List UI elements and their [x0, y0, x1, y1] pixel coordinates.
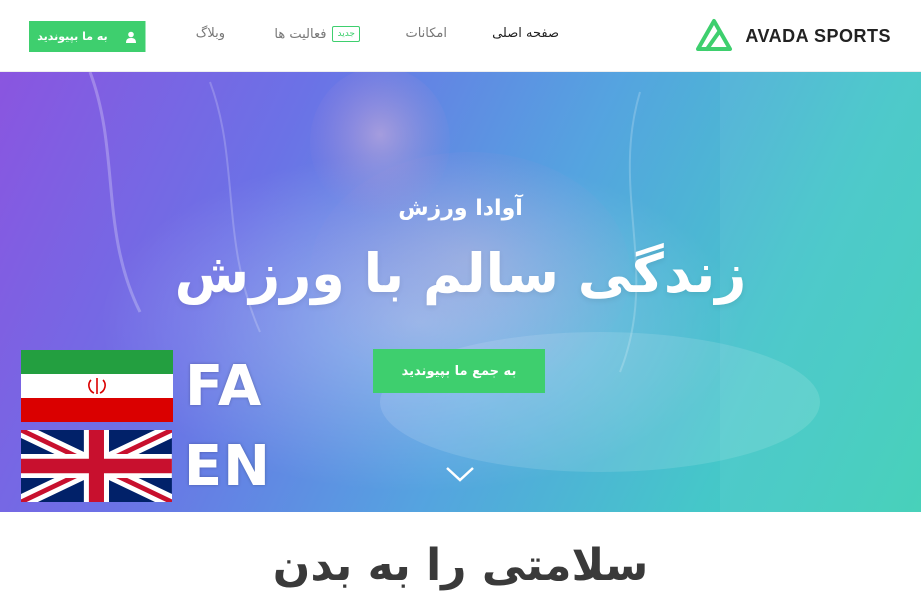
nav-item-activities[interactable]: فعالیت ها جدید [274, 26, 360, 42]
new-badge: جدید [332, 26, 360, 42]
section-title: سلامتی را به بدن [272, 540, 649, 591]
avada-logo-icon [696, 19, 733, 51]
hero-eyebrow: آوادا ورزش [398, 196, 523, 221]
language-option-en[interactable]: EN [21, 430, 271, 502]
hero-title: زندگی سالم با ورزش [174, 242, 747, 305]
join-button[interactable]: به ما بپیوندید [29, 21, 146, 52]
user-icon [116, 21, 146, 52]
nav-item-activities-label: فعالیت ها [274, 26, 327, 42]
language-option-fa[interactable]: FA [21, 350, 271, 422]
nav-item-home[interactable]: صفحه اصلی [492, 26, 559, 41]
site-header: AVADA SPORTS صفحه اصلی امکانات فعالیت ها… [0, 0, 921, 72]
language-code-en: EN [183, 433, 271, 499]
language-code-fa: FA [185, 353, 263, 419]
uk-flag-icon [21, 430, 172, 502]
logo-text: AVADA SPORTS [745, 25, 891, 46]
nav-item-features[interactable]: امکانات [405, 26, 447, 41]
iran-flag-icon [21, 350, 173, 422]
chevron-down-icon[interactable] [444, 464, 476, 484]
logo[interactable]: AVADA SPORTS [695, 18, 891, 54]
join-button-label: به ما بپیوندید [29, 21, 116, 52]
nav-item-blog[interactable]: وبلاگ [196, 26, 225, 41]
hero-join-button[interactable]: به جمع ما بپیوندید [373, 349, 545, 393]
